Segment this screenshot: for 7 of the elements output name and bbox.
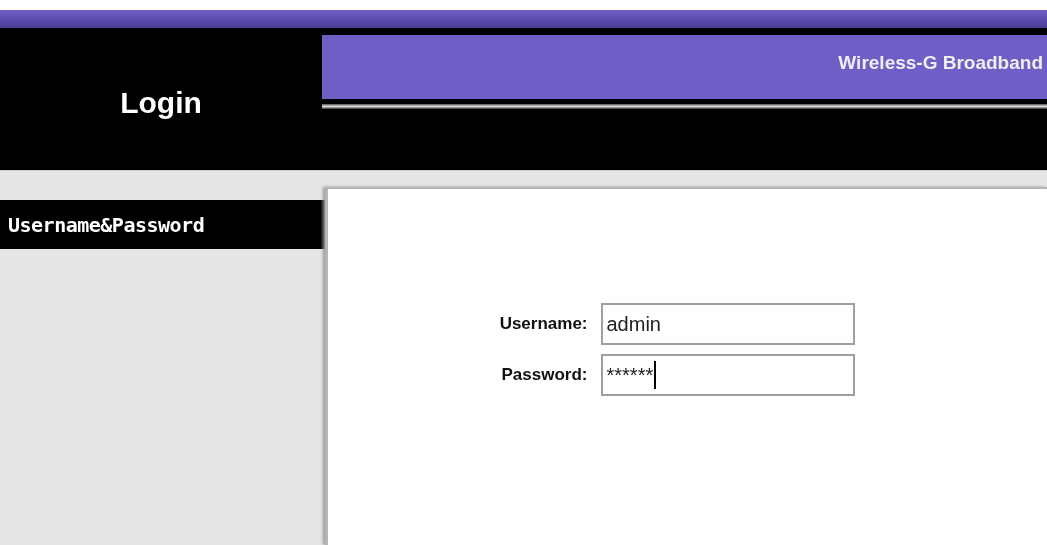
input-field[interactable]: ****** [600, 354, 855, 396]
sidebar-item[interactable]: Username&Password [0, 200, 325, 249]
input-field[interactable]: admin [600, 303, 855, 345]
field-label: Username: [498, 313, 589, 336]
product-name: Wireless-G Broadband [838, 51, 1043, 75]
page-title: Login [120, 84, 202, 121]
field-label: Password: [500, 364, 589, 387]
